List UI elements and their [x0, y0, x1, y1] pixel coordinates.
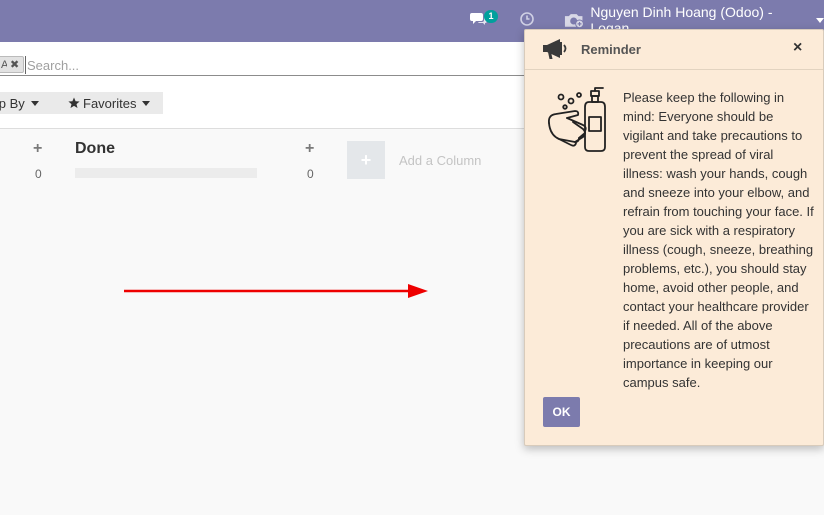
add-column-button[interactable]: +	[347, 141, 385, 179]
facet-value: A	[1, 58, 7, 71]
column-record-count: 0	[307, 167, 314, 181]
search-box: A ✖	[0, 52, 540, 76]
red-arrow-annotation	[124, 284, 428, 298]
messaging-menu[interactable]: 1	[470, 10, 500, 32]
megaphone-icon	[543, 39, 567, 59]
star-icon	[68, 97, 80, 108]
group-by-button[interactable]: roup By	[0, 96, 39, 111]
column-record-count: 0	[35, 167, 42, 181]
column-title-done[interactable]: Done	[75, 140, 115, 158]
ok-button[interactable]: OK	[543, 397, 580, 427]
favorites-label: Favorites	[83, 95, 137, 111]
close-icon[interactable]: ×	[793, 39, 802, 57]
quick-create-button[interactable]: +	[33, 140, 42, 158]
popup-header: Reminder ×	[525, 30, 823, 70]
search-facet[interactable]: A ✖	[0, 56, 25, 73]
add-column-label[interactable]: Add a Column	[399, 153, 481, 168]
user-menu[interactable]: Nguyen Dinh Hoang (Odoo) - Logan	[563, 4, 824, 36]
chevron-down-icon	[816, 17, 824, 23]
filter-bar: roup By Favorites	[0, 92, 163, 114]
reminder-message: Please keep the following in mind: Every…	[623, 90, 814, 390]
quick-create-button[interactable]: +	[305, 140, 314, 158]
search-input[interactable]	[25, 56, 515, 74]
reminder-popup: Reminder × Please keep the following in …	[524, 29, 824, 446]
washing-hands-soap-icon	[547, 87, 606, 152]
clock-icon	[520, 12, 534, 26]
chevron-down-icon	[142, 100, 151, 106]
plus-icon: +	[360, 149, 372, 170]
chevron-down-icon	[30, 100, 39, 106]
camera-avatar-icon	[564, 14, 584, 29]
popup-title: Reminder	[581, 42, 641, 57]
group-by-label: roup By	[0, 95, 25, 111]
favorites-button[interactable]: Favorites	[68, 95, 151, 111]
chat-count-badge: 1	[484, 10, 498, 23]
facet-remove-icon[interactable]: ✖	[10, 58, 19, 71]
activity-menu[interactable]	[519, 11, 535, 30]
column-progress-bar	[75, 168, 257, 178]
